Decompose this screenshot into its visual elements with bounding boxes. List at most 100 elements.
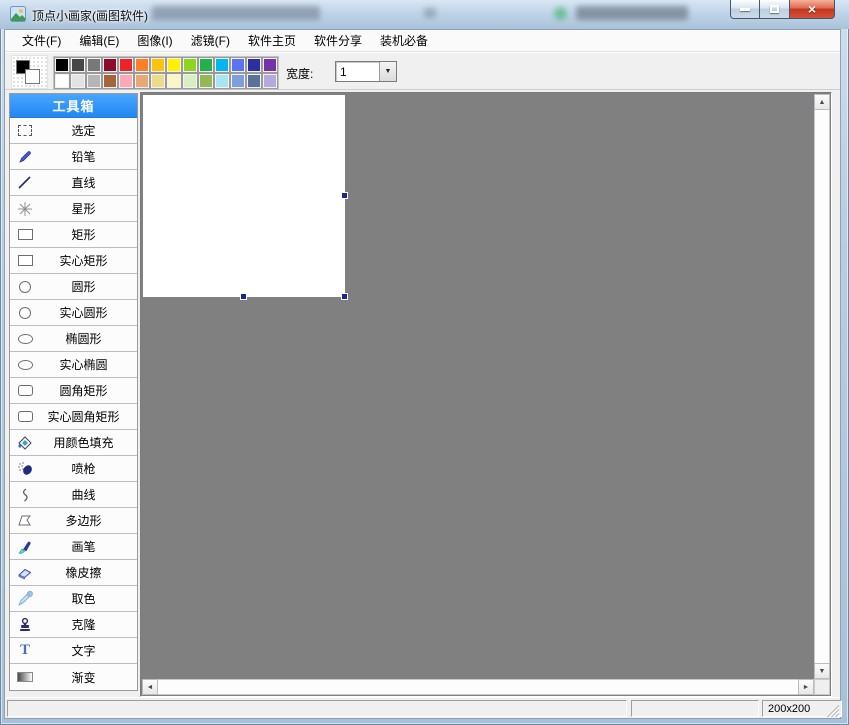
palette-swatch[interactable] bbox=[214, 73, 230, 89]
resize-handle-bottom[interactable] bbox=[240, 293, 247, 300]
stroke-width-value: 1 bbox=[336, 62, 379, 81]
palette-swatch[interactable] bbox=[230, 57, 246, 73]
rectangle-icon bbox=[10, 229, 40, 240]
palette-swatch[interactable] bbox=[118, 73, 134, 89]
fg-bg-color-indicator[interactable] bbox=[11, 55, 48, 89]
menu-image[interactable]: 图像(I) bbox=[128, 29, 181, 52]
tool-filled-rect[interactable]: 实心矩形 bbox=[10, 248, 137, 274]
resize-handle-bottom-right[interactable] bbox=[341, 293, 348, 300]
tool-label: 实心椭圆 bbox=[40, 356, 137, 373]
palette-swatch[interactable] bbox=[54, 73, 70, 89]
palette-swatch[interactable] bbox=[182, 57, 198, 73]
palette-swatch[interactable] bbox=[118, 57, 134, 73]
star-icon bbox=[10, 201, 40, 217]
tool-text[interactable]: T 文字 bbox=[10, 638, 137, 664]
tool-ellipse[interactable]: 椭圆形 bbox=[10, 326, 137, 352]
palette-swatch[interactable] bbox=[102, 57, 118, 73]
scroll-right-icon[interactable]: ► bbox=[798, 679, 814, 695]
horizontal-scrollbar[interactable]: ◄ ► bbox=[142, 679, 814, 695]
vertical-scrollbar[interactable]: ▲ ▼ bbox=[814, 94, 830, 679]
tool-pencil[interactable]: 铅笔 bbox=[10, 144, 137, 170]
background-color-swatch bbox=[25, 69, 40, 84]
menu-share[interactable]: 软件分享 bbox=[305, 29, 371, 52]
tool-fill[interactable]: 用颜色填充 bbox=[10, 430, 137, 456]
stroke-width-dropdown[interactable]: 1 ▼ bbox=[335, 61, 397, 82]
tool-circle[interactable]: 圆形 bbox=[10, 274, 137, 300]
tool-spray[interactable]: 喷枪 bbox=[10, 456, 137, 482]
menu-filter[interactable]: 滤镜(F) bbox=[182, 29, 239, 52]
palette-swatch[interactable] bbox=[182, 73, 198, 89]
toolbox-panel: 工具箱 选定 铅笔 直线 bbox=[9, 93, 138, 691]
tool-label: 画笔 bbox=[40, 538, 137, 555]
tool-clone[interactable]: 克隆 bbox=[10, 612, 137, 638]
tool-gradient[interactable]: 渐变 bbox=[10, 664, 137, 690]
resize-handle-right[interactable] bbox=[341, 192, 348, 199]
tool-label: 选定 bbox=[40, 122, 137, 139]
tool-picker[interactable]: 取色 bbox=[10, 586, 137, 612]
window-controls: × bbox=[730, 0, 835, 19]
scroll-down-icon[interactable]: ▼ bbox=[814, 663, 830, 679]
palette-swatch[interactable] bbox=[134, 73, 150, 89]
menu-essentials[interactable]: 装机必备 bbox=[371, 29, 437, 52]
close-button[interactable]: × bbox=[789, 0, 835, 19]
tool-filled-circle[interactable]: 实心圆形 bbox=[10, 300, 137, 326]
tool-label: 用颜色填充 bbox=[40, 434, 137, 451]
palette-swatch[interactable] bbox=[214, 57, 230, 73]
menu-homepage[interactable]: 软件主页 bbox=[239, 29, 305, 52]
tool-label: 实心矩形 bbox=[40, 252, 137, 269]
palette-swatch[interactable] bbox=[230, 73, 246, 89]
status-panel bbox=[631, 700, 759, 717]
palette-swatch[interactable] bbox=[198, 73, 214, 89]
palette-swatch[interactable] bbox=[166, 73, 182, 89]
maximize-button[interactable] bbox=[760, 0, 789, 19]
tool-label: 椭圆形 bbox=[40, 330, 137, 347]
tool-polygon[interactable]: 多边形 bbox=[10, 508, 137, 534]
tool-rounded-rect[interactable]: 圆角矩形 bbox=[10, 378, 137, 404]
palette-swatch[interactable] bbox=[150, 73, 166, 89]
rounded-rectangle-icon bbox=[10, 385, 40, 396]
scroll-left-icon[interactable]: ◄ bbox=[142, 679, 158, 695]
tool-filled-rounded-rect[interactable]: 实心圆角矩形 bbox=[10, 404, 137, 430]
scroll-up-icon[interactable]: ▲ bbox=[814, 94, 830, 110]
palette-swatch[interactable] bbox=[262, 73, 278, 89]
palette-swatch[interactable] bbox=[86, 73, 102, 89]
palette-swatch[interactable] bbox=[150, 57, 166, 73]
palette-swatch[interactable] bbox=[70, 73, 86, 89]
title-bar[interactable]: 顶点小画家(画图软件) × bbox=[0, 0, 849, 29]
canvas-workspace: ▲ ▼ ◄ ► bbox=[140, 92, 832, 697]
palette-swatch[interactable] bbox=[70, 57, 86, 73]
color-picker-icon bbox=[10, 591, 40, 607]
menu-file[interactable]: 文件(F) bbox=[13, 29, 70, 52]
tool-line[interactable]: 直线 bbox=[10, 170, 137, 196]
drawing-canvas[interactable] bbox=[143, 95, 345, 297]
color-toolbar: 宽度: 1 ▼ bbox=[5, 52, 840, 90]
background-window-blur bbox=[152, 6, 320, 20]
palette-swatch[interactable] bbox=[262, 57, 278, 73]
tool-eraser[interactable]: 橡皮擦 bbox=[10, 560, 137, 586]
palette-swatch[interactable] bbox=[134, 57, 150, 73]
tool-label: 矩形 bbox=[40, 226, 137, 243]
minimize-button[interactable] bbox=[730, 0, 760, 19]
palette-swatch[interactable] bbox=[198, 57, 214, 73]
tool-star[interactable]: 星形 bbox=[10, 196, 137, 222]
resize-grip[interactable] bbox=[826, 704, 839, 717]
tool-label: 星形 bbox=[40, 200, 137, 217]
palette-swatch[interactable] bbox=[246, 57, 262, 73]
palette-swatch[interactable] bbox=[166, 57, 182, 73]
tool-curve[interactable]: 曲线 bbox=[10, 482, 137, 508]
palette-swatch[interactable] bbox=[246, 73, 262, 89]
menu-edit[interactable]: 编辑(E) bbox=[70, 29, 128, 52]
tool-label: 实心圆角矩形 bbox=[40, 408, 137, 425]
palette-swatch[interactable] bbox=[102, 73, 118, 89]
palette-swatch[interactable] bbox=[54, 57, 70, 73]
palette-swatch[interactable] bbox=[86, 57, 102, 73]
spray-icon bbox=[10, 461, 40, 477]
app-client-area: 文件(F) 编辑(E) 图像(I) 滤镜(F) 软件主页 软件分享 装机必备 bbox=[4, 29, 841, 719]
tool-label: 喷枪 bbox=[40, 460, 137, 477]
tool-rect[interactable]: 矩形 bbox=[10, 222, 137, 248]
dropdown-arrow-icon[interactable]: ▼ bbox=[379, 62, 396, 81]
tool-brush[interactable]: 画笔 bbox=[10, 534, 137, 560]
canvas-viewport[interactable] bbox=[142, 94, 814, 679]
tool-select[interactable]: 选定 bbox=[10, 118, 137, 144]
tool-filled-ellipse[interactable]: 实心椭圆 bbox=[10, 352, 137, 378]
